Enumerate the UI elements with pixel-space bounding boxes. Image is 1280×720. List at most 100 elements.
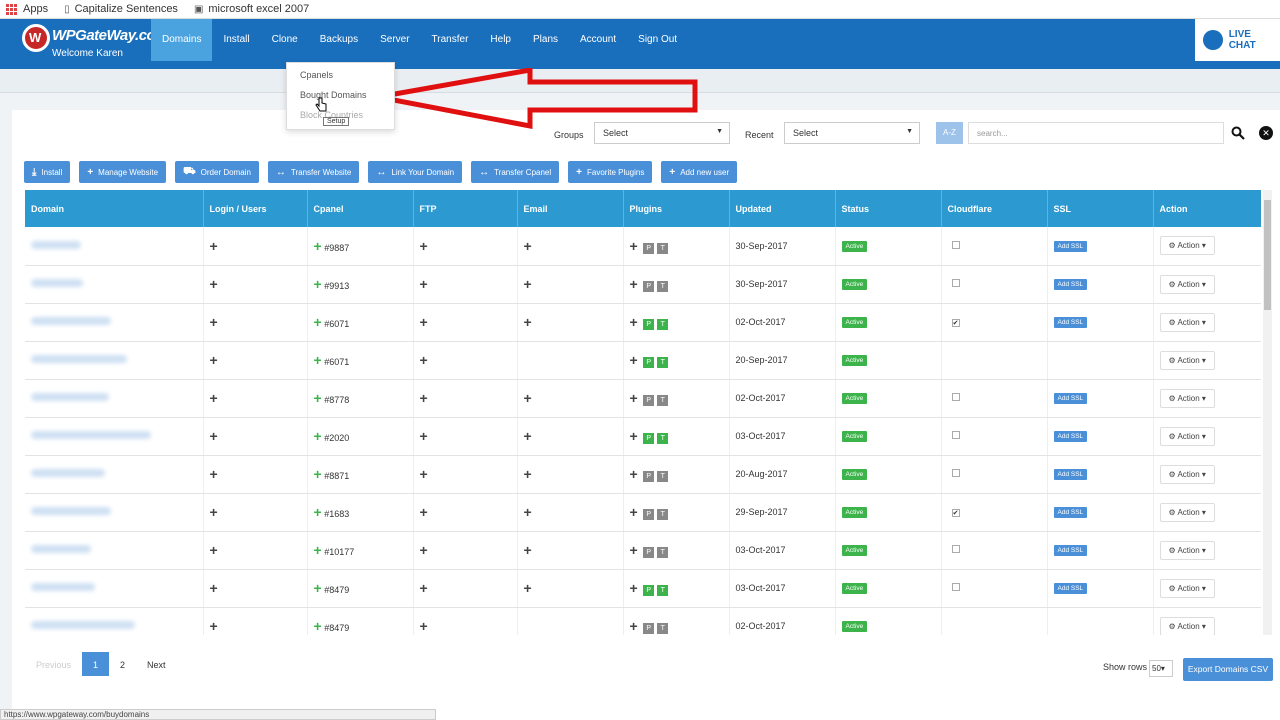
page-1-button[interactable]: 1 bbox=[82, 652, 110, 676]
plus-icon[interactable]: + bbox=[420, 466, 428, 482]
export-domains-csv-button[interactable]: Export Domains CSV bbox=[1183, 658, 1273, 681]
plus-icon[interactable]: + bbox=[314, 390, 322, 406]
plus-icon[interactable]: + bbox=[314, 276, 322, 292]
add-ssl-button[interactable]: Add SSL bbox=[1053, 279, 1088, 290]
plus-icon[interactable]: + bbox=[630, 618, 638, 634]
plugin-p-badge[interactable]: P bbox=[643, 433, 655, 445]
row-action-button[interactable]: ⚙ Action ▾ bbox=[1159, 388, 1215, 408]
table-row[interactable]: + + #8778 + + + P T 02-Oct-2017 Active Add SSL ⚙ … bbox=[25, 379, 1261, 418]
plugin-t-badge[interactable]: T bbox=[657, 433, 669, 445]
add-ssl-button[interactable]: Add SSL bbox=[1053, 393, 1088, 404]
live-chat-button[interactable]: LIVE CHAT bbox=[1195, 19, 1280, 61]
plus-icon[interactable]: + bbox=[524, 238, 532, 254]
row-action-button[interactable]: ⚙ Action ▾ bbox=[1159, 616, 1215, 635]
bookmark-apps[interactable]: Apps bbox=[6, 3, 48, 15]
row-action-button[interactable]: ⚙ Action ▾ bbox=[1159, 426, 1215, 446]
plus-icon[interactable]: + bbox=[630, 580, 638, 596]
plugin-t-badge[interactable]: T bbox=[657, 585, 669, 597]
plus-icon[interactable]: + bbox=[524, 276, 532, 292]
transfer-website-button[interactable]: ↔ Transfer Website bbox=[267, 161, 360, 183]
plugin-p-badge[interactable]: P bbox=[643, 357, 655, 369]
search-icon[interactable] bbox=[1231, 126, 1245, 140]
row-action-button[interactable]: ⚙ Action ▾ bbox=[1159, 502, 1215, 522]
column-header[interactable]: Updated bbox=[729, 190, 836, 227]
add-ssl-button[interactable]: Add SSL bbox=[1053, 545, 1088, 556]
plus-icon[interactable]: + bbox=[420, 618, 428, 634]
cloudflare-checkbox[interactable]: ✔ bbox=[951, 319, 960, 327]
row-action-button[interactable]: ⚙ Action ▾ bbox=[1159, 350, 1215, 370]
search-input[interactable]: search... bbox=[968, 122, 1224, 144]
plus-icon[interactable]: + bbox=[314, 580, 322, 596]
plus-icon[interactable]: + bbox=[524, 428, 532, 444]
cloudflare-checkbox[interactable] bbox=[951, 545, 960, 553]
plus-icon[interactable]: + bbox=[630, 542, 638, 558]
domain-cell[interactable] bbox=[25, 227, 204, 266]
column-header[interactable]: Email bbox=[517, 190, 624, 227]
plugin-p-badge[interactable]: P bbox=[643, 623, 655, 635]
row-action-button[interactable]: ⚙ Action ▾ bbox=[1159, 236, 1215, 256]
plus-icon[interactable]: + bbox=[630, 276, 638, 292]
plus-icon[interactable]: + bbox=[630, 504, 638, 520]
page-2-button[interactable]: 2 bbox=[109, 652, 136, 676]
next-page-button[interactable]: Next bbox=[136, 652, 177, 676]
plus-icon[interactable]: + bbox=[210, 542, 218, 558]
nav-sign-out[interactable]: Sign Out bbox=[627, 19, 688, 61]
cpanel-id[interactable]: #8479 bbox=[324, 623, 349, 633]
nav-account[interactable]: Account bbox=[569, 19, 627, 61]
plus-icon[interactable]: + bbox=[314, 466, 322, 482]
plus-icon[interactable]: + bbox=[630, 352, 638, 368]
plus-icon[interactable]: + bbox=[420, 238, 428, 254]
plugin-p-badge[interactable]: P bbox=[643, 242, 655, 254]
add-ssl-button[interactable]: Add SSL bbox=[1053, 583, 1088, 594]
install-button[interactable]: ⤓ Install bbox=[24, 161, 71, 183]
table-row[interactable]: + + #8479 + + + P T 03-Oct-2017 Active Add SSL ⚙ … bbox=[25, 569, 1261, 608]
row-action-button[interactable]: ⚙ Action ▾ bbox=[1159, 464, 1215, 484]
table-row[interactable]: + + #10177 + + + P T 03-Oct-2017 Active Add SSL ⚙… bbox=[25, 531, 1261, 570]
cpanel-id[interactable]: #6071 bbox=[324, 357, 349, 367]
column-header[interactable]: Cpanel bbox=[307, 190, 414, 227]
add-ssl-button[interactable]: Add SSL bbox=[1053, 431, 1088, 442]
domain-cell[interactable] bbox=[25, 341, 204, 380]
cloudflare-checkbox[interactable] bbox=[951, 431, 960, 439]
favorite-plugins-button[interactable]: + Favorite Plugins bbox=[568, 161, 653, 183]
plus-icon[interactable]: + bbox=[524, 466, 532, 482]
bookmark-excel[interactable]: ▣ microsoft excel 2007 bbox=[194, 3, 309, 15]
plus-icon[interactable]: + bbox=[210, 618, 218, 634]
column-header[interactable]: FTP bbox=[413, 190, 518, 227]
transfer-cpanel-button[interactable]: ↔ Transfer Cpanel bbox=[471, 161, 560, 183]
plus-icon[interactable]: + bbox=[420, 352, 428, 368]
domain-cell[interactable] bbox=[25, 569, 204, 608]
plugin-p-badge[interactable]: P bbox=[643, 471, 655, 483]
plugin-t-badge[interactable]: T bbox=[657, 357, 669, 369]
plus-icon[interactable]: + bbox=[420, 580, 428, 596]
nav-transfer[interactable]: Transfer bbox=[421, 19, 480, 61]
plus-icon[interactable]: + bbox=[314, 428, 322, 444]
domain-cell[interactable] bbox=[25, 417, 204, 456]
dropdown-bought-domains[interactable]: Bought Domains bbox=[300, 90, 367, 100]
plus-icon[interactable]: + bbox=[420, 276, 428, 292]
plugin-p-badge[interactable]: P bbox=[643, 395, 655, 407]
plus-icon[interactable]: + bbox=[210, 390, 218, 406]
plus-icon[interactable]: + bbox=[314, 504, 322, 520]
row-action-button[interactable]: ⚙ Action ▾ bbox=[1159, 312, 1215, 332]
cpanel-id[interactable]: #8778 bbox=[324, 395, 349, 405]
add-ssl-button[interactable]: Add SSL bbox=[1053, 240, 1088, 252]
plus-icon[interactable]: + bbox=[210, 580, 218, 596]
domain-cell[interactable] bbox=[25, 265, 204, 304]
logo[interactable]: WPGateWay.com Welcome Karen bbox=[22, 22, 169, 66]
nav-domains[interactable]: Domains bbox=[151, 19, 213, 61]
column-header[interactable]: Plugins bbox=[623, 190, 730, 227]
plus-icon[interactable]: + bbox=[420, 390, 428, 406]
plugin-p-badge[interactable]: P bbox=[643, 319, 655, 331]
plus-icon[interactable]: + bbox=[314, 238, 322, 254]
plus-icon[interactable]: + bbox=[630, 238, 638, 254]
cpanel-id[interactable]: #10177 bbox=[324, 547, 354, 557]
plus-icon[interactable]: + bbox=[210, 504, 218, 520]
plugin-p-badge[interactable]: P bbox=[643, 585, 655, 597]
plugin-p-badge[interactable]: P bbox=[643, 281, 655, 293]
plus-icon[interactable]: + bbox=[210, 428, 218, 444]
plugin-p-badge[interactable]: P bbox=[643, 547, 655, 559]
plugin-t-badge[interactable]: T bbox=[657, 509, 669, 521]
plugin-t-badge[interactable]: T bbox=[657, 395, 669, 407]
plus-icon[interactable]: + bbox=[420, 542, 428, 558]
